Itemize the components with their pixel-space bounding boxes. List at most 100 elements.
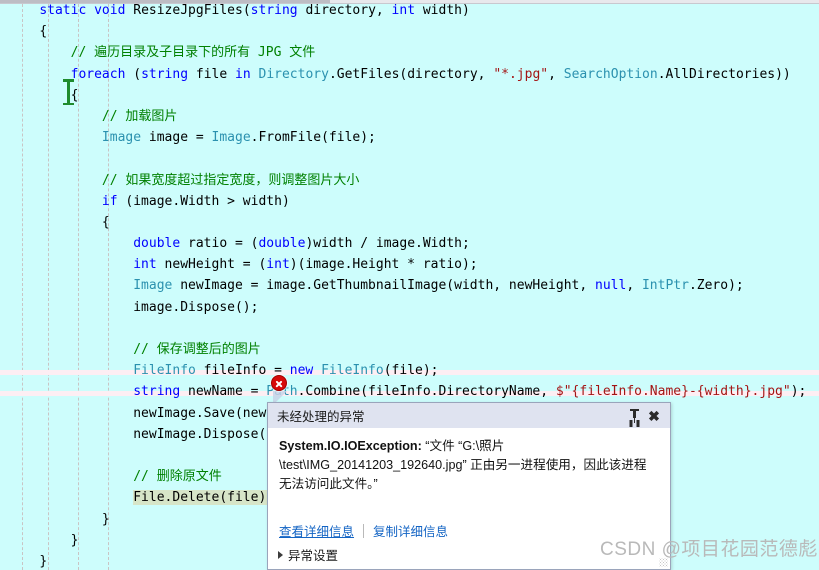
code-token: newImage.Dispose(); bbox=[133, 426, 282, 442]
exception-settings-expander[interactable]: 异常设置 bbox=[278, 545, 338, 564]
code-token: double bbox=[133, 236, 181, 252]
code-token: ResizeJpgFiles( bbox=[125, 3, 251, 18]
code-token: Image bbox=[133, 278, 173, 294]
code-token: file bbox=[188, 66, 236, 82]
link-separator bbox=[363, 523, 365, 538]
code-token: } bbox=[101, 511, 110, 527]
code-token: .Zero); bbox=[688, 278, 744, 294]
code-token: FileInfo bbox=[321, 363, 384, 379]
code-token: newHeight = ( bbox=[156, 257, 267, 273]
code-token: (file); bbox=[383, 363, 439, 379]
code-line[interactable]: Image newImage = image.GetThumbnailImage… bbox=[0, 275, 819, 296]
code-token: null bbox=[595, 278, 627, 294]
code-line[interactable]: string newName = Path.Combine(fileInfo.D… bbox=[0, 381, 819, 402]
code-token: { bbox=[39, 24, 48, 40]
copy-details-link[interactable]: 复制详细信息 bbox=[373, 521, 448, 540]
code-token: in bbox=[235, 66, 251, 82]
code-token: newName = bbox=[180, 384, 267, 400]
code-line[interactable]: // 加载图片 bbox=[0, 106, 819, 127]
code-token: int bbox=[133, 257, 157, 273]
code-token: // 删除原文件 bbox=[133, 469, 222, 485]
code-token: } bbox=[39, 553, 48, 569]
code-token: // 如果宽度超过指定宽度，则调整图片大小 bbox=[101, 172, 360, 188]
code-line[interactable]: // 遍历目录及子目录下的所有 JPG 文件 bbox=[0, 42, 819, 63]
code-token: string bbox=[141, 66, 189, 82]
code-line[interactable]: { bbox=[0, 85, 819, 106]
code-line[interactable]: { bbox=[0, 212, 819, 233]
code-token: void bbox=[94, 3, 126, 18]
code-token: int bbox=[391, 3, 416, 18]
code-token: Directory bbox=[258, 66, 329, 82]
error-circle-x-icon[interactable] bbox=[271, 375, 287, 391]
code-token: { bbox=[101, 214, 110, 230]
code-token: int bbox=[266, 257, 290, 273]
popup-links: 查看详细信息 复制详细信息 bbox=[279, 521, 448, 540]
code-line[interactable]: // 保存调整后的图片 bbox=[0, 339, 819, 360]
code-token: if bbox=[101, 193, 118, 209]
code-line[interactable] bbox=[0, 318, 819, 339]
view-details-link[interactable]: 查看详细信息 bbox=[279, 521, 354, 540]
code-token: // 加载图片 bbox=[101, 108, 178, 124]
code-token: // 保存调整后的图片 bbox=[133, 342, 261, 357]
code-token: Image bbox=[211, 130, 251, 146]
code-token: ratio = ( bbox=[180, 236, 259, 252]
code-token: directory, bbox=[297, 3, 392, 18]
exception-settings-label: 异常设置 bbox=[288, 549, 339, 563]
code-token: .FromFile(file); bbox=[250, 130, 376, 146]
code-token: image.Dispose(); bbox=[133, 299, 259, 315]
code-token: IntPtr bbox=[641, 278, 689, 294]
resize-grip[interactable] bbox=[659, 558, 668, 567]
code-token: new bbox=[289, 363, 314, 379]
code-token: foreach bbox=[70, 66, 126, 82]
code-token: image = bbox=[141, 130, 212, 146]
screenshot-root: static void ResizeJpgFiles(string direct… bbox=[0, 0, 819, 570]
code-line[interactable]: int newHeight = (int)(image.Height * rat… bbox=[0, 254, 819, 275]
pin-icon[interactable] bbox=[624, 406, 644, 426]
code-line[interactable]: Image image = Image.FromFile(file); bbox=[0, 127, 819, 148]
text-ibeam-cursor bbox=[63, 79, 74, 105]
code-line[interactable]: image.Dispose(); bbox=[0, 297, 819, 318]
code-line[interactable]: double ratio = (double)width / image.Wid… bbox=[0, 233, 819, 254]
code-line[interactable]: { bbox=[0, 21, 819, 42]
code-token: FileInfo bbox=[133, 363, 196, 379]
code-token: ); bbox=[790, 384, 807, 400]
code-line[interactable]: static void ResizeJpgFiles(string direct… bbox=[0, 0, 819, 21]
code-token: SearchOption bbox=[563, 66, 658, 82]
popup-title-bar: 未经处理的异常 ✖ bbox=[268, 403, 670, 428]
code-line[interactable]: FileInfo fileInfo = new FileInfo(file); bbox=[0, 360, 819, 381]
code-token: )(image.Height * ratio); bbox=[289, 257, 478, 273]
code-token: string bbox=[133, 384, 181, 400]
code-token: "*.jpg" bbox=[493, 66, 549, 82]
code-token: , bbox=[626, 278, 642, 294]
code-token: .GetFiles(directory, bbox=[328, 66, 494, 82]
popup-title: 未经处理的异常 bbox=[277, 410, 365, 424]
code-token: Image bbox=[101, 130, 142, 146]
code-line[interactable]: // 如果宽度超过指定宽度，则调整图片大小 bbox=[0, 170, 819, 191]
code-token: ( bbox=[125, 66, 142, 82]
triangle-right-icon bbox=[278, 550, 283, 559]
exception-message-block: System.IO.IOException: “文件 “G:\照片\test\I… bbox=[268, 428, 670, 494]
exception-type: System.IO.IOException: bbox=[279, 439, 422, 453]
code-line[interactable] bbox=[0, 148, 819, 169]
code-line[interactable]: foreach (string file in Directory.GetFil… bbox=[0, 64, 819, 85]
close-icon[interactable]: ✖ bbox=[644, 406, 664, 426]
code-token: double bbox=[258, 236, 306, 252]
code-token: (image.Width > width) bbox=[117, 193, 290, 209]
code-line[interactable]: if (image.Width > width) bbox=[0, 191, 819, 212]
code-token: $"{fileInfo.Name}-{width}.jpg" bbox=[555, 384, 791, 400]
code-token: File.Delete(file); bbox=[133, 490, 275, 506]
code-token: newImage = image.GetThumbnailImage(width… bbox=[172, 278, 596, 294]
code-token: .AllDirectories)) bbox=[657, 66, 791, 82]
code-token: )width / image.Width; bbox=[305, 236, 470, 252]
code-token: // 遍历目录及子目录下的所有 JPG 文件 bbox=[70, 45, 316, 61]
unhandled-exception-popup[interactable]: 未经处理的异常 ✖ System.IO.IOException: “文件 “G:… bbox=[267, 402, 671, 570]
code-token: } bbox=[70, 532, 79, 548]
code-token: .Combine(fileInfo.DirectoryName, bbox=[297, 384, 556, 400]
code-token: static bbox=[39, 3, 87, 18]
code-token: width) bbox=[415, 3, 470, 18]
code-token: , bbox=[548, 66, 564, 82]
code-token: string bbox=[250, 3, 298, 18]
